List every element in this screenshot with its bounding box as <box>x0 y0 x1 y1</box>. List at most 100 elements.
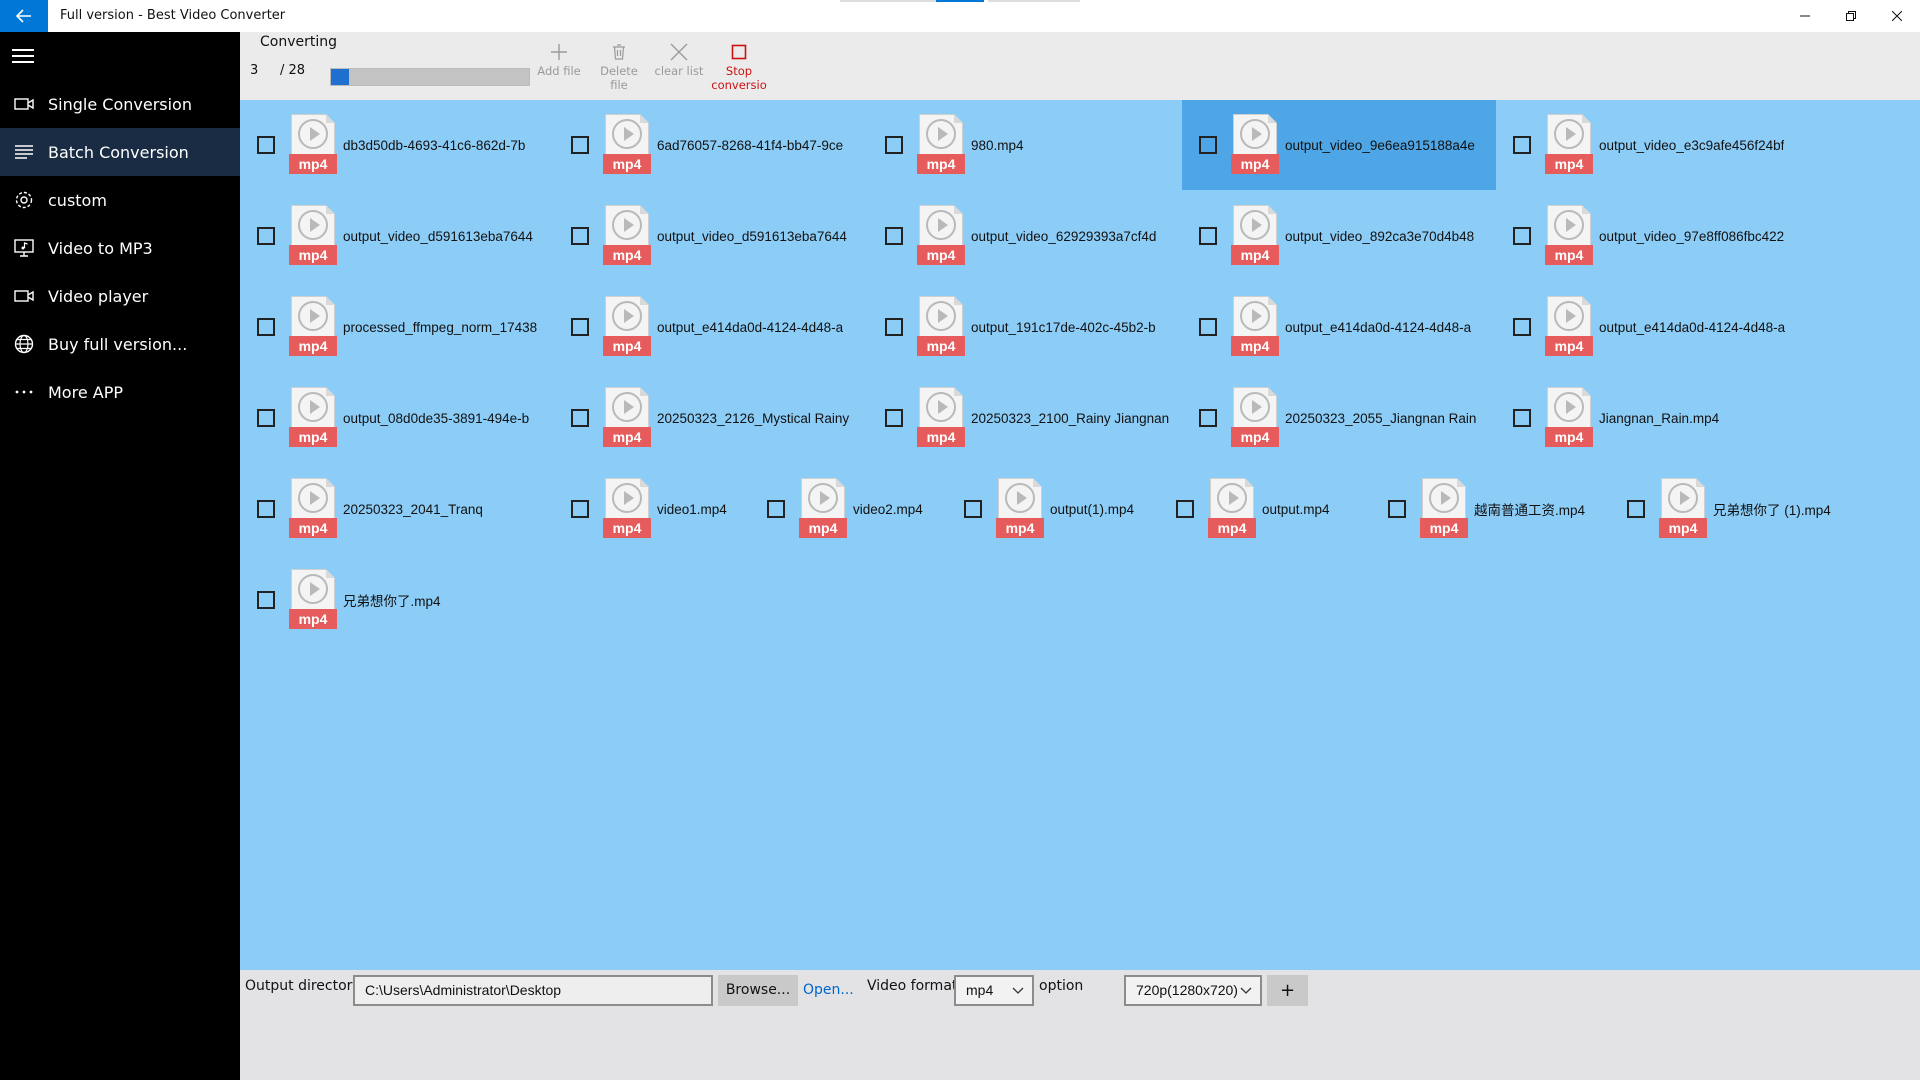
file-format-badge: mp4 <box>289 245 337 265</box>
file-checkbox[interactable] <box>571 409 589 427</box>
file-tile[interactable]: mp4 video1.mp4 <box>554 464 750 554</box>
file-checkbox[interactable] <box>257 409 275 427</box>
file-format-badge: mp4 <box>917 154 965 174</box>
file-name: output_08d0de35-3891-494e-b <box>343 410 530 426</box>
file-checkbox[interactable] <box>1388 500 1406 518</box>
file-checkbox[interactable] <box>257 227 275 245</box>
video-camera-icon <box>0 97 48 111</box>
minimize-button[interactable] <box>1782 0 1828 32</box>
delete-file-button[interactable]: Delete file <box>591 40 647 92</box>
file-checkbox[interactable] <box>1199 318 1217 336</box>
play-icon <box>1240 392 1270 422</box>
file-tile[interactable]: mp4 output_e414da0d-4124-4d48-a <box>554 282 868 372</box>
close-button[interactable] <box>1874 0 1920 32</box>
file-tile[interactable]: mp4 output_video_97e8ff086fbc422 <box>1496 191 1810 281</box>
file-checkbox[interactable] <box>1513 409 1531 427</box>
file-tile[interactable]: mp4 20250323_2055_Jiangnan Rain <box>1182 373 1496 463</box>
file-tile[interactable]: mp4 output(1).mp4 <box>947 464 1159 554</box>
file-checkbox[interactable] <box>1176 500 1194 518</box>
file-checkbox[interactable] <box>571 318 589 336</box>
file-checkbox[interactable] <box>257 500 275 518</box>
file-tile[interactable]: mp4 output_video_e3c9afe456f24bf <box>1496 100 1810 190</box>
sidebar-item-video-to-mp3[interactable]: Video to MP3 <box>0 224 240 272</box>
file-tile[interactable]: mp4 output_191c17de-402c-45b2-b <box>868 282 1182 372</box>
file-checkbox[interactable] <box>1513 318 1531 336</box>
file-tile[interactable]: mp4 output_video_62929393a7cf4d <box>868 191 1182 281</box>
toolbar: Converting 3 / 28 Add file Delete file c… <box>240 32 1920 100</box>
play-icon <box>298 483 328 513</box>
stop-conversion-button[interactable]: Stop conversio <box>711 40 767 92</box>
sidebar-item-batch-conversion[interactable]: Batch Conversion <box>0 128 240 176</box>
video-format-select[interactable]: mp4 <box>954 975 1034 1006</box>
file-tile[interactable]: mp4 20250323_2100_Rainy Jiangnan <box>868 373 1182 463</box>
hamburger-menu-icon[interactable] <box>12 49 34 65</box>
file-tile[interactable]: mp4 output_video_d591613eba7644 <box>554 191 868 281</box>
file-name: 兄弟想你了 (1).mp4 <box>1713 503 1831 518</box>
file-checkbox[interactable] <box>1513 227 1531 245</box>
video-file-icon: mp4 <box>1231 114 1279 176</box>
file-checkbox[interactable] <box>1199 409 1217 427</box>
file-name: output(1).mp4 <box>1050 501 1135 517</box>
clear-list-button[interactable]: clear list <box>651 40 707 78</box>
file-tile[interactable]: mp4 Jiangnan_Rain.mp4 <box>1496 373 1810 463</box>
file-checkbox[interactable] <box>257 318 275 336</box>
file-checkbox[interactable] <box>885 227 903 245</box>
file-checkbox[interactable] <box>571 136 589 154</box>
add-option-button[interactable]: + <box>1267 975 1308 1006</box>
file-tile[interactable]: mp4 兄弟想你了.mp4 <box>240 555 554 645</box>
file-checkbox[interactable] <box>571 227 589 245</box>
sidebar-item-single-conversion[interactable]: Single Conversion <box>0 80 240 128</box>
file-tile[interactable]: mp4 output_08d0de35-3891-494e-b <box>240 373 554 463</box>
file-tile[interactable]: mp4 output_e414da0d-4124-4d48-a <box>1182 282 1496 372</box>
file-checkbox[interactable] <box>1199 227 1217 245</box>
total-count: / 28 <box>280 63 306 78</box>
clear-list-label: clear list <box>654 64 704 78</box>
list-icon <box>0 144 48 160</box>
output-directory-field[interactable]: C:\Users\Administrator\Desktop <box>353 975 713 1006</box>
output-settings-bar: Output directory C:\Users\Administrator\… <box>240 970 1920 1080</box>
play-icon <box>298 392 328 422</box>
resolution-select[interactable]: 720p(1280x720) <box>1124 975 1262 1006</box>
file-tile[interactable]: mp4 output_video_892ca3e70d4b48 <box>1182 191 1496 281</box>
file-tile[interactable]: mp4 20250323_2041_Tranquil Lotus <box>240 464 554 554</box>
play-icon <box>298 574 328 604</box>
music-monitor-icon <box>0 239 48 257</box>
file-tile[interactable]: mp4 output.mp4 <box>1159 464 1371 554</box>
file-checkbox[interactable] <box>257 591 275 609</box>
file-tile[interactable]: mp4 output_e414da0d-4124-4d48-a <box>1496 282 1810 372</box>
file-checkbox[interactable] <box>885 318 903 336</box>
file-checkbox[interactable] <box>1199 136 1217 154</box>
file-format-badge: mp4 <box>1659 518 1707 538</box>
sidebar-item-more-app[interactable]: More APP <box>0 368 240 416</box>
video-file-icon: mp4 <box>917 114 965 176</box>
file-tile[interactable]: mp4 兄弟想你了 (1).mp4 <box>1610 464 1850 554</box>
file-tile[interactable]: mp4 video2.mp4 <box>750 464 947 554</box>
file-checkbox[interactable] <box>964 500 982 518</box>
file-tile[interactable]: mp4 20250323_2126_Mystical Rainy <box>554 373 868 463</box>
open-folder-link[interactable]: Open... <box>803 982 854 998</box>
add-file-button[interactable]: Add file <box>531 40 587 78</box>
file-checkbox[interactable] <box>571 500 589 518</box>
file-name: Jiangnan_Rain.mp4 <box>1599 410 1720 426</box>
file-tile[interactable]: mp4 越南普通工资.mp4 <box>1371 464 1610 554</box>
browse-button[interactable]: Browse... <box>718 975 798 1006</box>
add-file-label: Add file <box>537 64 581 78</box>
file-tile[interactable]: mp4 6ad76057-8268-41f4-bb47-9ce <box>554 100 868 190</box>
file-tile[interactable]: mp4 output_video_9e6ea915188a4e <box>1182 100 1496 190</box>
sidebar-item-buy-full-version[interactable]: Buy full version... <box>0 320 240 368</box>
file-checkbox[interactable] <box>1627 500 1645 518</box>
file-tile[interactable]: mp4 output_video_d591613eba7644 <box>240 191 554 281</box>
file-checkbox[interactable] <box>885 409 903 427</box>
file-checkbox[interactable] <box>1513 136 1531 154</box>
file-tile[interactable]: mp4 980.mp4 <box>868 100 1182 190</box>
file-checkbox[interactable] <box>767 500 785 518</box>
file-checkbox[interactable] <box>257 136 275 154</box>
sidebar-item-custom[interactable]: custom <box>0 176 240 224</box>
file-tile[interactable]: mp4 processed_ffmpeg_norm_17438 <box>240 282 554 372</box>
sidebar-item-video-player[interactable]: Video player <box>0 272 240 320</box>
back-button[interactable] <box>0 0 48 32</box>
restore-button[interactable] <box>1828 0 1874 32</box>
file-tile[interactable]: mp4 db3d50db-4693-41c6-862d-7b <box>240 100 554 190</box>
video-file-icon: mp4 <box>917 205 965 267</box>
file-checkbox[interactable] <box>885 136 903 154</box>
